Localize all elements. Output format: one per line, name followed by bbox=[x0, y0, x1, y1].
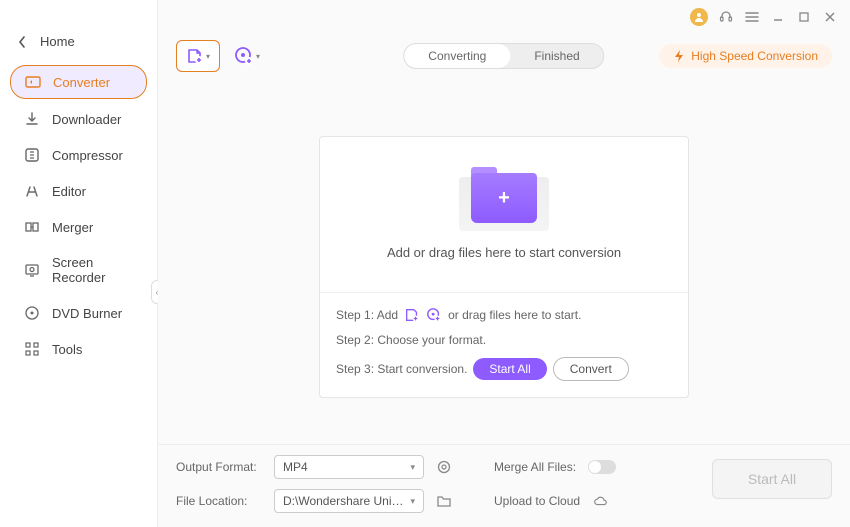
chevron-down-icon: ▾ bbox=[410, 462, 415, 473]
dvd-icon bbox=[24, 305, 40, 321]
main-panel: ▾ ▾ Converting Finished High Speed Conve… bbox=[158, 0, 850, 527]
sidebar: Home Converter Downloader Compressor Edi… bbox=[0, 0, 158, 527]
download-icon bbox=[24, 111, 40, 127]
sidebar-item-screen-recorder[interactable]: Screen Recorder bbox=[10, 247, 147, 293]
avatar[interactable] bbox=[690, 8, 708, 26]
editor-icon bbox=[24, 183, 40, 199]
converter-icon bbox=[25, 74, 41, 90]
sidebar-item-label: Editor bbox=[52, 184, 86, 199]
home-label: Home bbox=[40, 34, 75, 49]
step3-text: Step 3: Start conversion. bbox=[336, 362, 467, 376]
drop-headline: Add or drag files here to start conversi… bbox=[387, 245, 621, 260]
add-dvd-icon bbox=[426, 307, 442, 323]
sidebar-item-merger[interactable]: Merger bbox=[10, 211, 147, 243]
output-format-select[interactable]: MP4 ▾ bbox=[274, 455, 424, 479]
cloud-icon[interactable] bbox=[592, 493, 608, 509]
step1-post: or drag files here to start. bbox=[448, 308, 581, 322]
start-all-example-button: Start All bbox=[473, 358, 546, 380]
sidebar-item-label: Converter bbox=[53, 75, 110, 90]
menu-icon[interactable] bbox=[744, 9, 760, 25]
sidebar-item-dvd-burner[interactable]: DVD Burner bbox=[10, 297, 147, 329]
toolbar: ▾ ▾ Converting Finished High Speed Conve… bbox=[158, 34, 850, 78]
merge-toggle[interactable] bbox=[588, 460, 616, 474]
merger-icon bbox=[24, 219, 40, 235]
folder-illustration: + bbox=[459, 169, 549, 231]
start-all-button[interactable]: Start All bbox=[712, 459, 832, 499]
sidebar-item-compressor[interactable]: Compressor bbox=[10, 139, 147, 171]
drop-steps: Step 1: Add or drag files here to start.… bbox=[320, 293, 688, 397]
add-file-button[interactable]: ▾ bbox=[176, 40, 220, 72]
tools-icon bbox=[24, 341, 40, 357]
tab-finished[interactable]: Finished bbox=[510, 44, 603, 68]
step-2: Step 2: Choose your format. bbox=[336, 333, 672, 347]
sidebar-item-label: Tools bbox=[52, 342, 82, 357]
maximize-icon[interactable] bbox=[796, 9, 812, 25]
convert-example-button: Convert bbox=[553, 357, 629, 381]
back-icon bbox=[18, 36, 26, 48]
settings-icon[interactable] bbox=[436, 459, 452, 475]
add-file-icon bbox=[404, 307, 420, 323]
recorder-icon bbox=[24, 262, 40, 278]
sidebar-item-tools[interactable]: Tools bbox=[10, 333, 147, 365]
add-file-icon bbox=[186, 47, 204, 65]
file-location-label: File Location: bbox=[176, 494, 262, 508]
plus-icon: + bbox=[498, 187, 510, 210]
output-format-value: MP4 bbox=[283, 460, 308, 474]
upload-cloud-label: Upload to Cloud bbox=[494, 494, 580, 508]
add-dvd-button[interactable]: ▾ bbox=[234, 40, 260, 72]
tab-converting[interactable]: Converting bbox=[404, 44, 510, 68]
content-area: + Add or drag files here to start conver… bbox=[158, 78, 850, 444]
chevron-down-icon: ▾ bbox=[256, 52, 260, 61]
step1-pre: Step 1: Add bbox=[336, 308, 398, 322]
sidebar-item-label: Screen Recorder bbox=[52, 255, 133, 285]
sidebar-item-editor[interactable]: Editor bbox=[10, 175, 147, 207]
support-icon[interactable] bbox=[718, 9, 734, 25]
sidebar-item-label: Compressor bbox=[52, 148, 123, 163]
step-1: Step 1: Add or drag files here to start. bbox=[336, 307, 672, 323]
high-speed-label: High Speed Conversion bbox=[691, 49, 818, 63]
bolt-icon bbox=[673, 49, 685, 63]
chevron-down-icon: ▾ bbox=[206, 52, 210, 61]
sidebar-item-downloader[interactable]: Downloader bbox=[10, 103, 147, 135]
drop-zone-top: + Add or drag files here to start conver… bbox=[320, 137, 688, 293]
sidebar-item-label: DVD Burner bbox=[52, 306, 122, 321]
high-speed-badge[interactable]: High Speed Conversion bbox=[659, 44, 832, 68]
sidebar-item-label: Merger bbox=[52, 220, 93, 235]
chevron-down-icon: ▾ bbox=[410, 496, 415, 507]
add-dvd-icon bbox=[234, 46, 254, 66]
home-nav[interactable]: Home bbox=[0, 28, 157, 63]
status-tabs: Converting Finished bbox=[403, 43, 604, 69]
step-3: Step 3: Start conversion. Start All Conv… bbox=[336, 357, 672, 381]
sidebar-item-converter[interactable]: Converter bbox=[10, 65, 147, 99]
close-icon[interactable] bbox=[822, 9, 838, 25]
open-folder-icon[interactable] bbox=[436, 493, 452, 509]
drop-zone[interactable]: + Add or drag files here to start conver… bbox=[319, 136, 689, 398]
file-location-select[interactable]: D:\Wondershare UniConverter 1 ▾ bbox=[274, 489, 424, 513]
sidebar-item-label: Downloader bbox=[52, 112, 121, 127]
output-format-label: Output Format: bbox=[176, 460, 262, 474]
minimize-icon[interactable] bbox=[770, 9, 786, 25]
titlebar bbox=[158, 0, 850, 34]
file-location-value: D:\Wondershare UniConverter 1 bbox=[283, 494, 410, 508]
merge-label: Merge All Files: bbox=[494, 460, 576, 474]
compressor-icon bbox=[24, 147, 40, 163]
